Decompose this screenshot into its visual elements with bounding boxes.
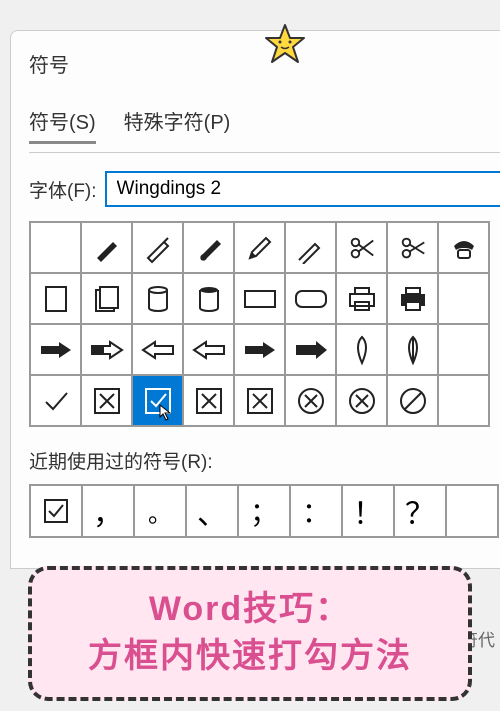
recent-cell-exclaim[interactable]: ！: [342, 485, 394, 537]
tip-overlay: Word技巧： 方框内快速打勾方法: [28, 566, 472, 701]
symbol-cell-leaf2[interactable]: [387, 324, 438, 375]
symbol-cell-hand-left2[interactable]: [183, 324, 234, 375]
symbol-grid: [29, 221, 490, 427]
symbol-cell-hand-right4[interactable]: [285, 324, 336, 375]
symbol-cell-hand-right3[interactable]: [234, 324, 285, 375]
symbol-cell-marker[interactable]: [285, 222, 336, 273]
recent-cell-comma[interactable]: ，: [82, 485, 134, 537]
symbol-cell-pen1[interactable]: [81, 222, 132, 273]
symbol-cell-pencil[interactable]: [234, 222, 285, 273]
symbol-cell-rect[interactable]: [30, 273, 81, 324]
symbol-cell-wide-rect[interactable]: [234, 273, 285, 324]
recent-label: 近期使用过的符号(R):: [29, 447, 500, 474]
symbol-cell-blank[interactable]: [30, 222, 81, 273]
tip-line1: Word技巧：: [44, 586, 456, 634]
symbol-dialog: 符号 符号(S) 特殊字符(P) 字体(F): 近期使用过的符号(R): ，。、…: [10, 30, 500, 569]
recent-cell-colon[interactable]: ：: [290, 485, 342, 537]
font-input[interactable]: [105, 171, 500, 207]
star-decoration: [260, 20, 310, 70]
symbol-cell-printer1[interactable]: [336, 273, 387, 324]
symbol-cell-partial3[interactable]: [438, 375, 489, 426]
symbol-cell-checkbox-sel[interactable]: [132, 375, 183, 426]
symbol-cell-xbox1[interactable]: [81, 375, 132, 426]
cursor-icon: [158, 403, 174, 421]
symbol-cell-xbox2[interactable]: [183, 375, 234, 426]
symbol-cell-xbox3[interactable]: [234, 375, 285, 426]
recent-cell-partial[interactable]: [446, 485, 498, 537]
symbol-cell-leaf1[interactable]: [336, 324, 387, 375]
symbol-cell-hand-right1[interactable]: [30, 324, 81, 375]
font-label: 字体(F):: [29, 176, 97, 203]
symbol-cell-xcircle1[interactable]: [285, 375, 336, 426]
symbol-cell-hand-right2[interactable]: [81, 324, 132, 375]
symbol-cell-scissors1[interactable]: [336, 222, 387, 273]
symbol-cell-pen2[interactable]: [132, 222, 183, 273]
symbol-cell-docs[interactable]: [81, 273, 132, 324]
symbol-cell-brush[interactable]: [183, 222, 234, 273]
tab-bar: 符号(S) 特殊字符(P): [29, 106, 500, 144]
symbol-cell-check[interactable]: [30, 375, 81, 426]
symbol-cell-partial2[interactable]: [438, 324, 489, 375]
tab-divider: [29, 152, 500, 153]
symbol-cell-partial1[interactable]: [438, 273, 489, 324]
tip-line2: 方框内快速打勾方法: [44, 633, 456, 681]
tab-symbols[interactable]: 符号(S): [29, 106, 96, 144]
recent-cell-semicolon[interactable]: ；: [238, 485, 290, 537]
symbol-cell-printer2[interactable]: [387, 273, 438, 324]
recent-cell-circle[interactable]: 。: [134, 485, 186, 537]
recent-grid: ，。、；：！？: [29, 484, 499, 538]
symbol-cell-can2[interactable]: [183, 273, 234, 324]
tab-special-chars[interactable]: 特殊字符(P): [124, 106, 231, 144]
symbol-cell-prohibit[interactable]: [387, 375, 438, 426]
recent-cell-question[interactable]: ？: [394, 485, 446, 537]
symbol-cell-scissors2[interactable]: [387, 222, 438, 273]
recent-cell-checkbox[interactable]: [30, 485, 82, 537]
recent-cell-backtick[interactable]: 、: [186, 485, 238, 537]
font-row: 字体(F):: [29, 171, 500, 207]
symbol-cell-xcircle2[interactable]: [336, 375, 387, 426]
symbol-cell-can1[interactable]: [132, 273, 183, 324]
symbol-cell-round-rect[interactable]: [285, 273, 336, 324]
symbol-cell-phone[interactable]: [438, 222, 489, 273]
symbol-cell-hand-left1[interactable]: [132, 324, 183, 375]
